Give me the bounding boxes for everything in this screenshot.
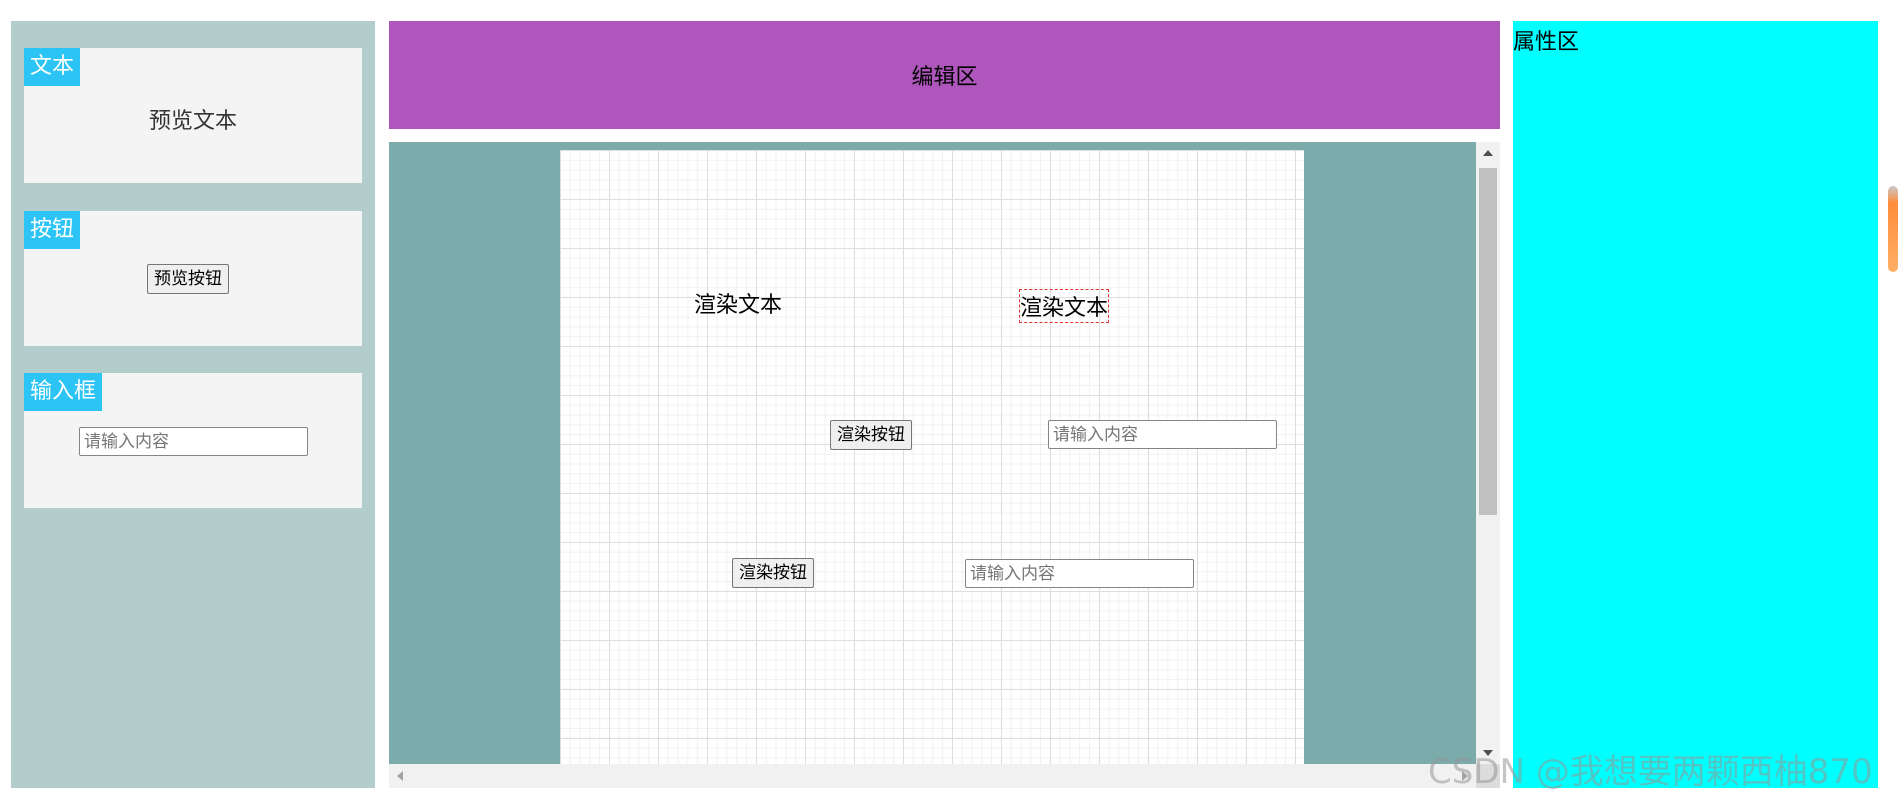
canvas-input[interactable] [1048,420,1277,449]
canvas-button[interactable]: 渲染按钮 [830,420,912,450]
editor-header-label: 编辑区 [911,65,978,90]
text-component-card[interactable]: 文本 预览文本 [24,48,362,183]
canvas-button[interactable]: 渲染按钮 [732,558,814,588]
editor-header: 编辑区 [389,21,1500,129]
horizontal-scrollbar[interactable] [389,764,1476,788]
canvas-area[interactable]: 渲染文本 渲染文本 渲染按钮 渲染按钮 [389,142,1500,788]
scroll-up-icon[interactable] [1483,150,1493,156]
preview-button[interactable]: 预览按钮 [147,264,229,294]
editor-canvas[interactable]: 渲染文本 渲染文本 渲染按钮 渲染按钮 [560,150,1304,765]
vertical-scroll-thumb[interactable] [1479,168,1497,515]
canvas-text[interactable]: 渲染文本 [694,287,782,319]
canvas-text-selected[interactable]: 渲染文本 [1018,289,1110,323]
properties-title: 属性区 [1513,30,1580,55]
component-palette: 文本 预览文本 按钮 预览按钮 输入框 [11,21,375,788]
scroll-left-icon[interactable] [397,771,403,781]
preview-input[interactable] [79,427,308,456]
input-component-tag: 输入框 [24,373,103,411]
text-component-tag: 文本 [24,48,81,86]
preview-text[interactable]: 预览文本 [24,103,362,135]
properties-panel: 属性区 [1513,21,1878,788]
side-widget[interactable] [1888,186,1898,272]
watermark: CSDN @我想要两颗西柚870 [1428,752,1873,792]
vertical-scrollbar[interactable] [1476,142,1500,764]
input-component-card[interactable]: 输入框 [24,373,362,508]
button-component-tag: 按钮 [24,211,81,249]
canvas-input[interactable] [965,559,1194,588]
button-component-card[interactable]: 按钮 预览按钮 [24,211,362,346]
